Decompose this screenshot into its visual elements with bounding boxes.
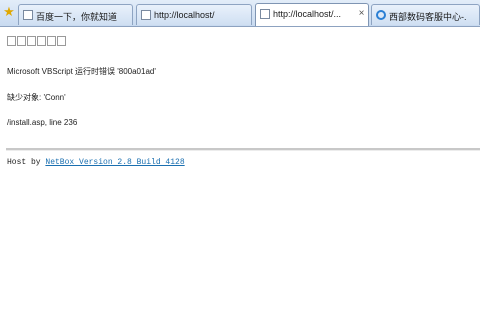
missing-glyph-box [47, 36, 56, 46]
tab-localhost-active[interactable]: http://localhost/... × [255, 3, 369, 26]
tab-label: http://localhost/... [273, 9, 342, 19]
error-location: /install.asp, line 236 [7, 118, 78, 127]
tab-label: 百度一下，你就知道 [36, 12, 118, 22]
tab-label: http://localhost/ [154, 10, 215, 20]
error-message: Microsoft VBScript 运行时错误 '800a01ad' [7, 67, 156, 76]
netbox-link[interactable]: NetBox Version 2.8 Build 4128 [45, 158, 184, 167]
page-icon [260, 9, 270, 19]
garbled-characters [7, 36, 67, 48]
page-icon [23, 10, 33, 20]
tab-localhost[interactable]: http://localhost/ [136, 4, 252, 25]
favorites-star-icon[interactable]: ★ [2, 5, 16, 19]
browser-tab-bar: ★ 百度一下，你就知道 http://localhost/ http://loc… [0, 0, 480, 27]
tab-close-button[interactable]: × [357, 8, 366, 19]
ie-icon [376, 10, 386, 20]
tab-baidu[interactable]: 百度一下，你就知道 [18, 4, 133, 25]
missing-glyph-box [27, 36, 36, 46]
error-detail: 缺少对象: 'Conn' [7, 93, 66, 102]
missing-glyph-box [37, 36, 46, 46]
tab-label: 西部数码客服中心-... [389, 12, 467, 22]
missing-glyph-box [7, 36, 16, 46]
host-prefix: Host by [7, 158, 46, 167]
tab-west-support[interactable]: 西部数码客服中心-... [371, 4, 480, 25]
horizontal-divider [6, 148, 480, 151]
host-footer: Host by NetBox Version 2.8 Build 4128 [7, 158, 185, 167]
missing-glyph-box [57, 36, 66, 46]
missing-glyph-box [17, 36, 26, 46]
page-icon [141, 10, 151, 20]
